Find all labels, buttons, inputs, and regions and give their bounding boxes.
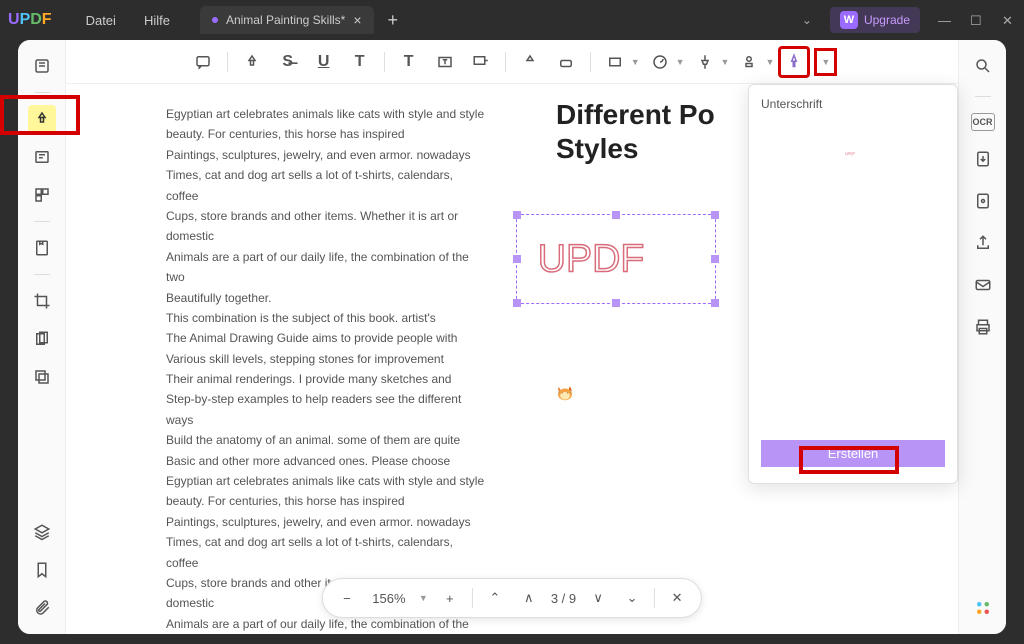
organize-pages-icon[interactable] [28, 234, 56, 262]
crop-tool-icon[interactable] [28, 287, 56, 315]
shape-rect-icon[interactable] [599, 46, 631, 78]
pages-tool-icon[interactable] [28, 325, 56, 353]
text-tool-icon[interactable]: T [393, 46, 425, 78]
upgrade-badge: W [840, 11, 858, 29]
signature-tool-icon[interactable] [778, 46, 810, 78]
page-heading: Different PoStyles [556, 98, 715, 165]
signature-handwriting-icon: UPDF [538, 238, 644, 281]
textbox-icon[interactable] [429, 46, 461, 78]
prev-page-icon[interactable]: ∧ [517, 586, 541, 610]
callout-highlight-left [0, 95, 80, 135]
callout-highlight-create [799, 446, 899, 474]
signature-preview[interactable]: UPDF [761, 119, 945, 189]
pushpin-icon[interactable] [689, 46, 721, 78]
zoom-dropdown-icon[interactable]: ▼ [419, 593, 428, 603]
protect-icon[interactable] [969, 187, 997, 215]
convert-icon[interactable] [969, 145, 997, 173]
shape-dropdown-icon[interactable]: ▼ [631, 57, 640, 67]
svg-text:UPDF: UPDF [845, 152, 856, 156]
window-close-icon[interactable]: ✕ [1002, 13, 1016, 27]
menu-file[interactable]: Datei [86, 13, 116, 28]
signature-dropdown-icon[interactable]: ▼ [814, 48, 837, 76]
signature-panel: Unterschrift UPDF Erstellen [748, 84, 958, 484]
underline-icon[interactable]: U [308, 46, 340, 78]
zoom-level[interactable]: 156% [369, 591, 409, 606]
search-icon[interactable] [969, 52, 997, 80]
last-page-icon[interactable]: ⌄ [620, 586, 644, 610]
annotation-toolbar: S̶ U T T ▼ ▼ ▼ ▼ ▼ [66, 40, 958, 84]
email-icon[interactable] [969, 271, 997, 299]
menu-help[interactable]: Hilfe [144, 13, 170, 28]
zoom-out-icon[interactable]: − [335, 586, 359, 610]
stamp-icon[interactable] [733, 46, 765, 78]
squiggly-icon[interactable]: T [344, 46, 376, 78]
page-indicator[interactable]: 3 / 9 [551, 591, 576, 606]
window-maximize-icon[interactable]: ☐ [970, 13, 984, 27]
title-bar: UPDF Datei Hilfe Animal Painting Skills*… [0, 0, 1024, 40]
apps-icon[interactable] [969, 594, 997, 622]
print-icon[interactable] [969, 313, 997, 341]
tab-title: Animal Painting Skills* [226, 13, 345, 27]
attachment-icon[interactable] [28, 594, 56, 622]
inserted-signature[interactable]: UPDF [516, 214, 716, 304]
ocr-icon[interactable]: OCR [971, 113, 995, 131]
stamp-dropdown-icon[interactable]: ▼ [765, 57, 774, 67]
body-text: Egyptian art celebrates animals like cat… [166, 104, 486, 634]
new-tab-button[interactable]: + [388, 10, 399, 31]
sticker-icon[interactable] [644, 46, 676, 78]
pushpin-dropdown-icon[interactable]: ▼ [721, 57, 730, 67]
close-nav-icon[interactable]: ✕ [665, 586, 689, 610]
strikethrough-icon[interactable]: S̶ [272, 46, 304, 78]
highlighter-icon[interactable] [236, 46, 268, 78]
edit-text-icon[interactable] [28, 143, 56, 171]
zoom-in-icon[interactable]: + [438, 586, 462, 610]
comment-icon[interactable] [187, 46, 219, 78]
sticker-dropdown-icon[interactable]: ▼ [676, 57, 685, 67]
reader-mode-icon[interactable] [28, 52, 56, 80]
compress-tool-icon[interactable] [28, 363, 56, 391]
document-tab[interactable]: Animal Painting Skills* × [200, 6, 374, 34]
callout-icon[interactable] [465, 46, 497, 78]
signature-panel-title: Unterschrift [761, 97, 945, 111]
window-minimize-icon[interactable]: — [938, 13, 952, 27]
next-page-icon[interactable]: ∨ [586, 586, 610, 610]
tab-close-icon[interactable]: × [353, 12, 361, 28]
share-icon[interactable] [969, 229, 997, 257]
upgrade-button[interactable]: W Upgrade [830, 7, 920, 33]
first-page-icon[interactable]: ⌃ [483, 586, 507, 610]
layers-icon[interactable] [28, 518, 56, 546]
form-tool-icon[interactable] [28, 181, 56, 209]
page-navigation-bar: − 156% ▼ + ⌃ ∧ 3 / 9 ∨ ⌄ ✕ [322, 578, 702, 618]
app-logo: UPDF [8, 11, 52, 29]
eraser-icon[interactable] [550, 46, 582, 78]
pencil-icon[interactable] [514, 46, 546, 78]
right-sidebar: OCR [958, 40, 1006, 634]
tabs-dropdown-icon[interactable]: ⌄ [802, 13, 812, 27]
bookmark-icon[interactable] [28, 556, 56, 584]
workspace: S̶ U T T ▼ ▼ ▼ ▼ ▼ Egyptian art celebrat… [18, 40, 1006, 634]
tab-indicator-icon [212, 17, 218, 23]
main-area: S̶ U T T ▼ ▼ ▼ ▼ ▼ Egyptian art celebrat… [66, 40, 958, 634]
